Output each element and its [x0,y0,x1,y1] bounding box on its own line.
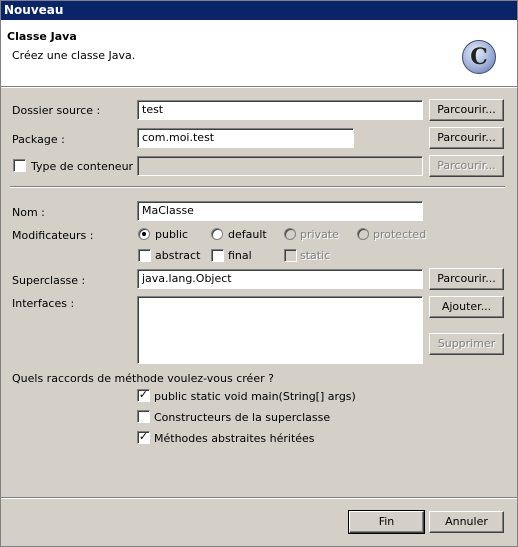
default-radio[interactable] [211,228,223,240]
abstract-label: abstract [155,249,201,262]
container-type-checkbox[interactable] [13,159,26,172]
protected-radio[interactable] [357,228,369,240]
interfaces-label: Interfaces : [12,297,75,310]
stub-main-label: public static void main(String[] args) [154,390,356,403]
form-separator [10,186,505,188]
modifiers-label: Modificateurs : [12,229,94,242]
banner-title: Classe Java [7,30,77,43]
source-folder-input[interactable]: test [137,100,423,120]
final-checkbox[interactable] [211,249,224,262]
interfaces-list[interactable] [137,296,423,364]
cancel-button[interactable]: Annuler [429,511,504,533]
stubs-question: Quels raccords de méthode voulez-vous cr… [12,372,274,385]
source-folder-label: Dossier source : [12,104,101,117]
package-input[interactable]: com.moi.test [137,128,354,148]
stub-constructors-label: Constructeurs de la superclasse [154,411,331,424]
final-label: final [228,249,252,262]
window-title: Nouveau [0,0,518,20]
browse-source-button[interactable]: Parcourir... [429,99,504,121]
static-checkbox[interactable] [284,249,297,262]
default-label: default [228,228,267,241]
browse-superclass-button[interactable]: Parcourir... [429,268,504,290]
banner-description: Créez une classe Java. [12,49,136,62]
name-input[interactable]: MaClasse [137,201,423,221]
stub-abstract-checkbox[interactable]: ✓ [137,431,150,444]
stub-main-checkbox[interactable]: ✓ [137,389,150,402]
remove-interface-button[interactable]: Supprimer [429,333,504,355]
browse-package-button[interactable]: Parcourir... [429,127,504,149]
private-label: private [300,228,339,241]
superclass-label: Superclasse : [12,274,86,287]
superclass-input[interactable]: java.lang.Object [137,269,423,289]
private-radio[interactable] [284,228,296,240]
stub-constructors-checkbox[interactable] [137,410,150,423]
public-radio[interactable] [138,228,150,240]
public-label: public [155,228,189,241]
protected-label: protected [373,228,427,241]
container-type-input[interactable] [137,156,423,176]
add-interface-button[interactable]: Ajouter... [429,296,504,318]
stub-abstract-label: Méthodes abstraites héritées [154,432,315,445]
class-c-icon: C [462,40,496,74]
browse-container-button[interactable]: Parcourir... [429,155,504,177]
name-label: Nom : [12,206,45,219]
banner-separator [0,86,518,88]
package-label: Package : [12,133,65,146]
static-label: static [300,249,331,262]
abstract-checkbox[interactable] [138,249,151,262]
finish-button[interactable]: Fin [348,510,425,534]
footer-separator [0,497,518,499]
container-type-label: Type de conteneur : [31,160,141,173]
